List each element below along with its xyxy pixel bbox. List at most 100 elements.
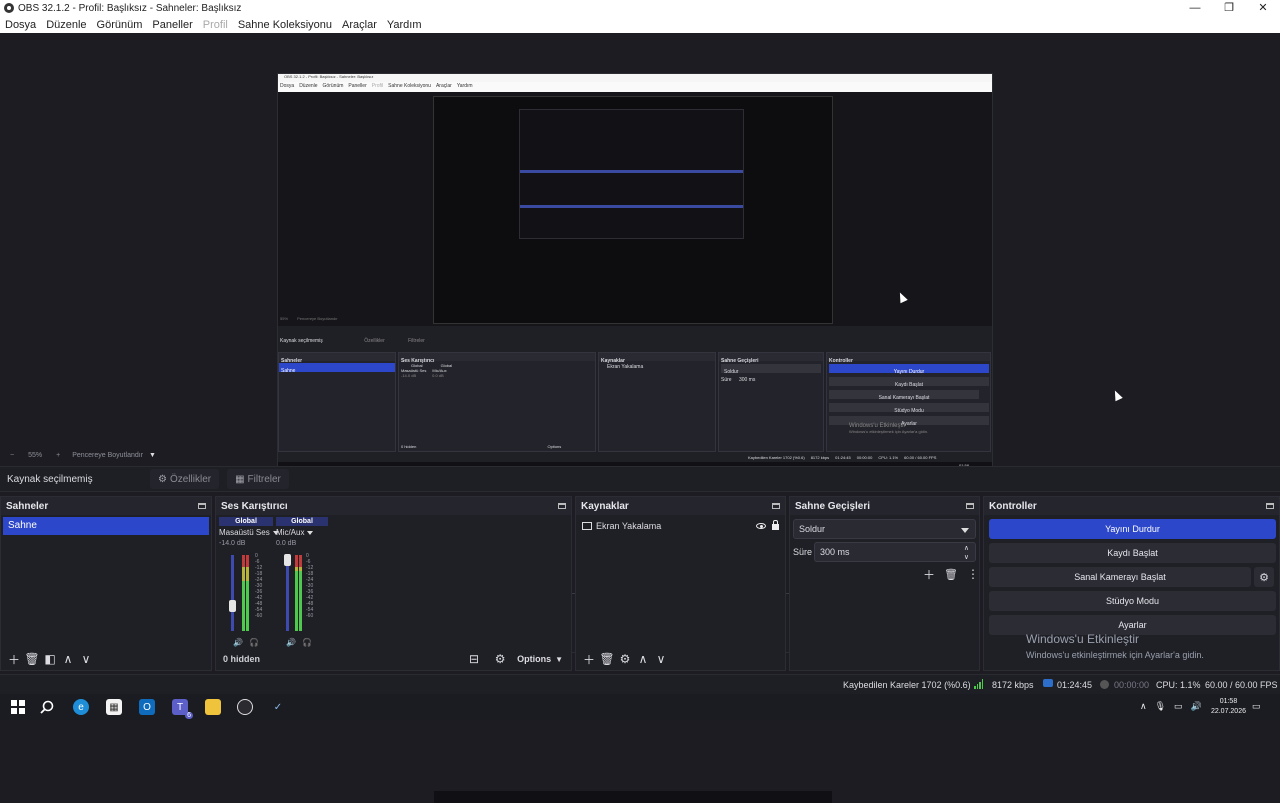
speaker-icon[interactable]: 🔊: [286, 638, 296, 647]
volume-fader-handle[interactable]: [229, 600, 236, 612]
preview-area[interactable]: OBS 32.1.2 - Profil: Başlıksız - Sahnele…: [0, 33, 1280, 803]
add-transition-icon[interactable]: ＋: [920, 565, 938, 583]
source-item[interactable]: Ekran Yakalama: [582, 518, 779, 533]
start-recording-button[interactable]: Kaydı Başlat: [989, 543, 1276, 563]
network-icon[interactable]: ▭: [1174, 701, 1183, 712]
zoom-in-button[interactable]: +: [56, 452, 60, 459]
volume-fader[interactable]: [286, 555, 289, 631]
scene-item[interactable]: Sahne: [3, 517, 209, 535]
menu-duzenle[interactable]: Düzenle: [41, 19, 91, 31]
teams-icon[interactable]: T6: [172, 699, 193, 719]
file-explorer-icon[interactable]: [205, 699, 221, 715]
volume-icon[interactable]: 🔊: [1191, 701, 1202, 712]
menu-araclar[interactable]: Araçlar: [337, 19, 382, 31]
options-label: Options: [517, 654, 552, 664]
layout-icon[interactable]: ⊟: [465, 650, 483, 668]
add-scene-icon[interactable]: ＋: [5, 650, 23, 668]
move-up-icon[interactable]: ∧: [634, 650, 652, 668]
volume-fader-handle[interactable]: [284, 554, 291, 566]
headphones-icon[interactable]: 🎧: [302, 638, 312, 647]
menu-sahne-koleksiyonu[interactable]: Sahne Koleksiyonu: [233, 19, 337, 31]
taskbar-clock[interactable]: 01:58 22.07.2026: [1211, 697, 1246, 717]
spin-down-icon[interactable]: ∨: [964, 553, 969, 561]
mini-menu-yardim: Yardım: [456, 83, 473, 89]
menu-paneller[interactable]: Paneller: [147, 19, 197, 31]
edge-browser-icon[interactable]: e: [73, 699, 89, 715]
undock-icon[interactable]: [966, 503, 974, 509]
zoom-out-button[interactable]: −: [10, 452, 14, 459]
zoom-mode-chevron-icon[interactable]: ▼: [149, 452, 156, 459]
properties-button[interactable]: ⚙ Özellikler: [150, 469, 220, 489]
fps: 60.00 / 60.00 FPS: [1205, 680, 1278, 690]
scene-filters-icon[interactable]: ◧: [41, 650, 59, 668]
undock-icon[interactable]: [1266, 503, 1274, 509]
stop-streaming-button[interactable]: Yayını Durdur: [989, 519, 1276, 539]
channel-name-dropdown[interactable]: Mic/Aux: [276, 528, 328, 537]
virtual-camera-settings-gear-icon[interactable]: ⚙: [1254, 567, 1274, 587]
add-source-icon[interactable]: ＋: [580, 650, 598, 668]
transition-select[interactable]: Soldur: [793, 519, 976, 539]
close-button[interactable]: ✕: [1246, 0, 1280, 16]
move-down-icon[interactable]: ∨: [77, 650, 95, 668]
outlook-icon[interactable]: O: [139, 699, 155, 715]
studio-mode-button[interactable]: Stüdyo Modu: [989, 591, 1276, 611]
record-time: 00:00:00: [1114, 680, 1150, 690]
mini-btn-stop-stream: Yayını Durdur: [893, 369, 925, 375]
channel-name-dropdown[interactable]: Masaüstü Ses: [219, 528, 279, 537]
sources-dock: Kaynaklar Ekran Yakalama ＋ 🗑 ⚙ ∧ ∨: [575, 496, 786, 671]
search-icon[interactable]: [39, 699, 55, 715]
speaker-icon[interactable]: 🔊: [233, 638, 243, 647]
remove-scene-icon[interactable]: 🗑: [23, 650, 41, 668]
notifications-icon[interactable]: ▭: [1252, 701, 1261, 712]
transitions-header: Sahne Geçişleri: [790, 497, 979, 515]
microsoft-store-icon[interactable]: ▦: [106, 699, 122, 715]
monitor-icon: [582, 521, 592, 530]
audio-meter-right: [246, 555, 249, 631]
undock-icon[interactable]: [198, 503, 206, 509]
move-down-icon[interactable]: ∨: [652, 650, 670, 668]
lock-icon[interactable]: [772, 520, 779, 530]
more-options-icon[interactable]: ⋮: [964, 565, 982, 583]
undock-icon[interactable]: [558, 503, 566, 509]
undock-icon[interactable]: [772, 503, 780, 509]
mixer-title: Ses Karıştırıcı: [221, 500, 288, 512]
meter-scale: 0 -6 -12 -18 -24 -30 -36 -42 -48 -54 -60: [255, 553, 263, 619]
duration-spinbox[interactable]: 300 ms ∧ ∨: [814, 542, 976, 562]
obs-logo-icon: [4, 3, 14, 13]
source-properties-icon[interactable]: ⚙: [616, 650, 634, 668]
menu-yardim[interactable]: Yardım: [382, 19, 427, 31]
sources-header: Kaynaklar: [576, 497, 785, 515]
visibility-eye-icon[interactable]: [756, 522, 766, 529]
mini-menubar: Dosya Düzenle Görünüm Paneller Profil Sa…: [278, 82, 992, 92]
move-up-icon[interactable]: ∧: [59, 650, 77, 668]
menu-gorunum[interactable]: Görünüm: [92, 19, 148, 31]
steam-icon[interactable]: ✓: [270, 699, 286, 715]
volume-fader[interactable]: [231, 555, 234, 631]
advanced-audio-icon[interactable]: ⚙: [491, 650, 509, 668]
mini-zoom-mode: Pencereye Boyutlandır: [297, 316, 338, 321]
restore-button[interactable]: ❐: [1212, 0, 1246, 16]
tray-chevron-up-icon[interactable]: ∧: [1140, 701, 1147, 712]
mini-titlebar: OBS 32.1.2 - Profil: Başlıksız - Sahnele…: [278, 74, 992, 82]
obs-taskbar-icon[interactable]: [237, 699, 253, 715]
preview-canvas[interactable]: OBS 32.1.2 - Profil: Başlıksız - Sahnele…: [277, 73, 993, 803]
windows-start-icon[interactable]: [10, 699, 26, 715]
microphone-icon[interactable]: 🎙: [1155, 701, 1166, 712]
title-bar: OBS 32.1.2 - Profil: Başlıksız - Sahnele…: [0, 0, 1280, 16]
mini-docks: 55% Pencereye Boyutlandır Kaynak seçilme…: [278, 316, 992, 466]
start-virtual-camera-button[interactable]: Sanal Kamerayı Başlat: [989, 567, 1251, 587]
headphones-icon[interactable]: 🎧: [249, 638, 259, 647]
remove-source-icon[interactable]: 🗑: [598, 650, 616, 668]
mini-menu-paneller: Paneller: [348, 83, 367, 89]
transition-tools: ＋ 🗑 ⋮: [920, 565, 982, 583]
spin-up-icon[interactable]: ∧: [964, 544, 969, 552]
zoom-level: 55%: [28, 452, 43, 459]
filters-button[interactable]: ▦ Filtreler: [227, 469, 289, 489]
minimize-button[interactable]: —: [1178, 0, 1212, 16]
menu-dosya[interactable]: Dosya: [0, 19, 41, 31]
mini-scenes-dock: Sahneler Sahne: [278, 352, 396, 452]
mini-menu-gorunum: Görünüm: [322, 83, 344, 89]
options-dropdown[interactable]: Options ▼: [517, 654, 563, 664]
remove-transition-icon[interactable]: 🗑: [942, 565, 960, 583]
zoom-mode-select[interactable]: Pencereye Boyutlandır: [72, 452, 143, 459]
